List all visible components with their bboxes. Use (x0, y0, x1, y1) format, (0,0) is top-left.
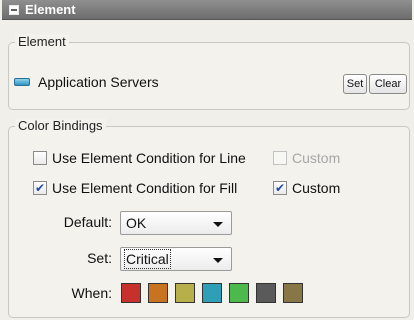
color-swatch[interactable] (256, 283, 276, 303)
set-state-select[interactable]: Critical (120, 247, 232, 271)
checkmark-icon: ✔ (34, 181, 46, 195)
set-state-value: Critical (124, 249, 171, 269)
line-condition-label: Use Element Condition for Line (52, 150, 246, 166)
selected-element: Application Servers (14, 74, 159, 90)
panel-title: Element (25, 2, 76, 17)
set-label: Set: (87, 250, 112, 266)
chevron-down-icon (213, 258, 223, 263)
default-label: Default: (63, 214, 112, 230)
default-state-select[interactable]: OK (120, 211, 232, 235)
default-state-value: OK (126, 215, 147, 231)
color-swatch[interactable] (229, 283, 249, 303)
color-bindings-legend: Color Bindings (15, 118, 106, 133)
color-swatch[interactable] (148, 283, 168, 303)
checkmark-icon: ✔ (274, 181, 286, 195)
element-group-legend: Element (15, 34, 69, 49)
fill-condition-checkbox[interactable]: ✔ (33, 181, 47, 195)
fill-condition-label: Use Element Condition for Fill (52, 180, 238, 196)
panel-header[interactable]: Element (2, 0, 412, 20)
chevron-down-icon (213, 222, 223, 227)
server-icon (14, 78, 30, 86)
line-condition-checkbox[interactable] (33, 151, 47, 165)
clear-element-button[interactable]: Clear (369, 74, 407, 94)
color-swatch[interactable] (283, 283, 303, 303)
collapse-minus-icon[interactable] (9, 4, 19, 15)
line-custom-checkbox[interactable] (273, 151, 287, 165)
element-name: Application Servers (38, 74, 159, 90)
color-swatch[interactable] (175, 283, 195, 303)
fill-custom-checkbox[interactable]: ✔ (273, 181, 287, 195)
color-swatch[interactable] (121, 283, 141, 303)
when-label: When: (71, 285, 112, 301)
line-custom-label: Custom (292, 150, 341, 166)
color-swatch[interactable] (202, 283, 222, 303)
fill-custom-label: Custom (292, 180, 341, 196)
set-element-button[interactable]: Set (343, 74, 367, 94)
